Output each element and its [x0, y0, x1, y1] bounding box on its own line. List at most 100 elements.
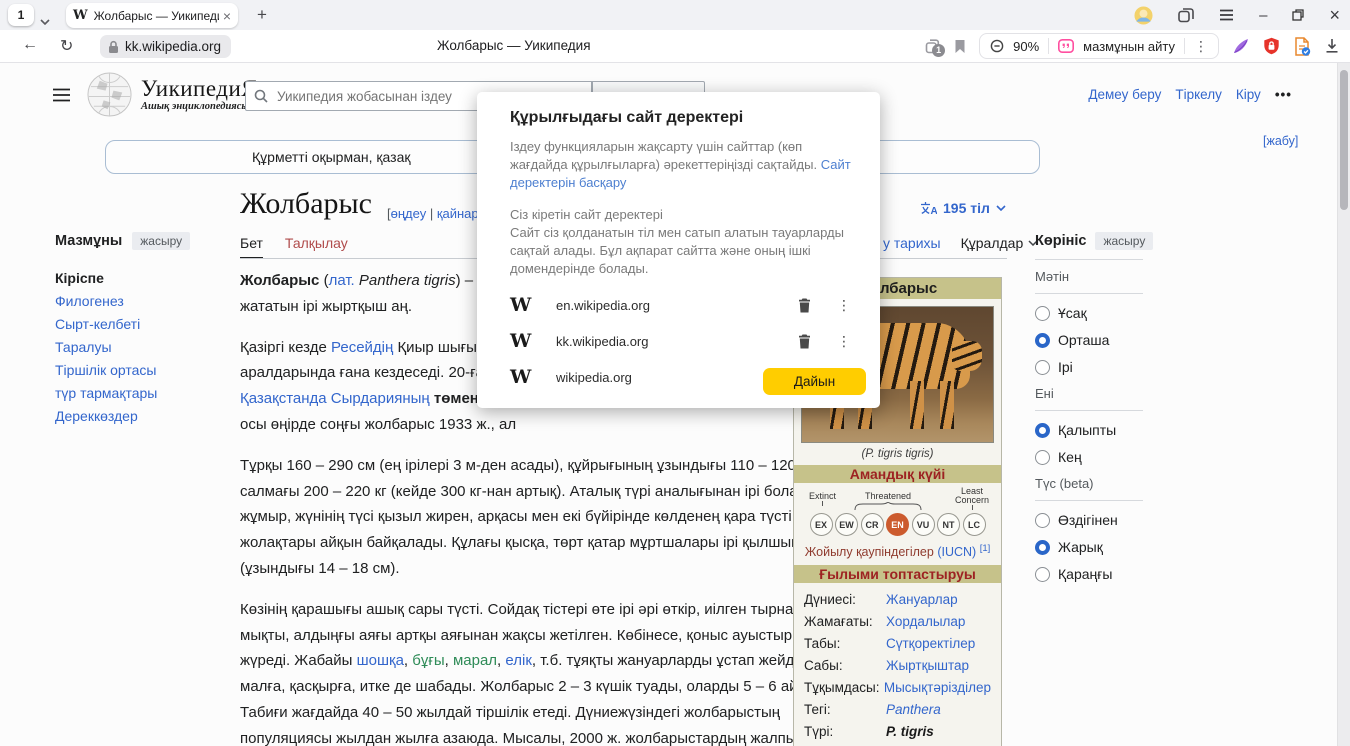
wiki-logo[interactable]: УикипедиЯ Ашық энциклопедиясы — [86, 71, 257, 118]
tab-tools[interactable]: Құралдар — [961, 235, 1039, 251]
minimize-button[interactable]: – — [1259, 7, 1267, 24]
pen-extension-icon[interactable] — [1232, 37, 1250, 55]
status-ref[interactable]: [1] — [980, 543, 991, 554]
taxonomy-row: Тегі:Panthera — [804, 699, 991, 721]
lock-icon — [108, 40, 119, 54]
side-panels-icon[interactable] — [1178, 8, 1194, 23]
tab-talk[interactable]: Талқылау — [285, 235, 348, 259]
tab-counter[interactable]: 1 — [8, 4, 34, 26]
appearance-option[interactable]: Жарық — [1035, 539, 1143, 555]
toc-item[interactable]: Сырт-келбеті — [55, 313, 227, 336]
appearance-option[interactable]: Қараңғы — [1035, 566, 1143, 582]
radio-button[interactable] — [1035, 513, 1050, 528]
appearance-section-label: Түс (beta) — [1035, 476, 1143, 491]
appearance-option[interactable]: Ұсақ — [1035, 305, 1143, 321]
article-link[interactable]: елік — [505, 652, 532, 669]
taxonomy-value[interactable]: Panthera — [886, 699, 941, 721]
article-link[interactable]: шошқа — [357, 652, 404, 669]
done-button[interactable]: Дайын — [763, 368, 866, 395]
section-divider — [1035, 410, 1143, 411]
browser-menu-icon[interactable] — [1219, 9, 1234, 21]
taxonomy-value[interactable]: Жануарлар — [886, 589, 958, 611]
radio-label: Жарық — [1058, 539, 1103, 555]
tab-list-chevron-icon[interactable] — [40, 12, 50, 30]
radio-button[interactable] — [1035, 360, 1050, 375]
address-bar[interactable]: kk.wikipedia.org — [100, 35, 231, 58]
appearance-option[interactable]: Кең — [1035, 449, 1143, 465]
wiki-header-link[interactable]: Демеу беру — [1088, 87, 1161, 102]
site-row: Wkk.wikipedia.org⋮ — [510, 323, 851, 359]
article-link[interactable]: Қазақстанда Сырдарияның — [240, 390, 430, 407]
toc-item[interactable]: түр тармақтары — [55, 382, 227, 405]
delete-site-icon[interactable] — [798, 298, 811, 313]
profile-avatar[interactable] — [1134, 6, 1153, 25]
appearance-option[interactable]: Орташа — [1035, 332, 1143, 348]
downloads-icon[interactable] — [1324, 38, 1340, 54]
appearance-option[interactable]: Қалыпты — [1035, 422, 1143, 438]
iucn-link[interactable]: (IUCN) — [937, 545, 976, 559]
zoom-out-icon[interactable] — [990, 39, 1004, 53]
article-link[interactable]: бұғы — [412, 652, 444, 669]
delete-site-icon[interactable] — [798, 334, 811, 349]
taxonomy-value[interactable]: Жыртқыштар — [886, 655, 969, 677]
page-scrollbar[interactable] — [1337, 63, 1350, 746]
appearance-option[interactable]: Ірі — [1035, 359, 1143, 375]
toc-item[interactable]: Таралуы — [55, 336, 227, 359]
edit-link[interactable]: өңдеу — [391, 206, 427, 221]
reload-icon[interactable]: ↻ — [60, 36, 73, 56]
site-kebab-icon[interactable]: ⋮ — [837, 333, 851, 350]
scrollbar-thumb[interactable] — [1340, 70, 1348, 210]
separator: | — [426, 206, 437, 221]
read-aloud-label[interactable]: мазмұнын айту — [1083, 39, 1175, 54]
tab-close-icon[interactable]: × — [223, 8, 231, 24]
radio-button[interactable] — [1035, 567, 1050, 582]
restore-button[interactable] — [1292, 9, 1304, 21]
collections-icon[interactable]: 1 — [925, 39, 941, 54]
status-link[interactable]: Жойылу қаупіндегілер — [805, 545, 934, 559]
radio-button[interactable] — [1035, 450, 1050, 465]
taxonomy-value[interactable]: Мысықтәрізділер — [884, 677, 991, 699]
toc-item[interactable]: Тіршілік ортасы — [55, 359, 227, 382]
toc-hide-button[interactable]: жасыру — [132, 232, 190, 250]
new-tab-button[interactable]: + — [250, 3, 274, 27]
browser-tab[interactable]: W Жолбарыс — Уикипеди × — [66, 3, 238, 28]
status-code-lc: LC — [963, 513, 986, 536]
tab-page[interactable]: Бет — [240, 235, 263, 259]
article-link[interactable]: Ресейдің — [331, 339, 393, 356]
wikipedia-favicon: W — [510, 366, 556, 388]
appearance-hide-button[interactable]: жасыру — [1095, 232, 1153, 250]
radio-button[interactable] — [1035, 423, 1050, 438]
adblock-shield-icon[interactable] — [1263, 37, 1280, 55]
taxonomy-label: Тұқымдасы: — [804, 677, 884, 699]
close-window-button[interactable]: × — [1329, 5, 1340, 26]
bookmark-icon[interactable] — [954, 39, 966, 54]
appearance-option[interactable]: Өздігінен — [1035, 512, 1143, 528]
site-domain: wikipedia.org — [556, 370, 798, 385]
article-link[interactable]: лат. — [329, 272, 355, 289]
conservation-status: Extinct Threatened LeastConcern EXEWCREN… — [794, 483, 1001, 538]
tab-history[interactable]: у тарихы — [883, 235, 941, 251]
back-icon[interactable]: ← — [22, 36, 38, 54]
taxonomy-row: Тұқымдасы:Мысықтәрізділер — [804, 677, 991, 699]
site-kebab-icon[interactable]: ⋮ — [837, 297, 851, 314]
user-links-more[interactable]: ••• — [1275, 87, 1292, 102]
toc-item[interactable]: Кіріспе — [55, 267, 227, 290]
radio-button[interactable] — [1035, 540, 1050, 555]
taxonomy-label: Табы: — [804, 633, 886, 655]
read-aloud-icon[interactable] — [1058, 39, 1074, 53]
wiki-menu-icon[interactable] — [52, 88, 71, 102]
taxonomy-rows: Дүниесі:ЖануарларЖамағаты:ХордалыларТабы… — [794, 583, 1001, 746]
radio-button[interactable] — [1035, 333, 1050, 348]
taxonomy-value[interactable]: Сүтқоректілер — [886, 633, 975, 655]
page-translate-extension-icon[interactable] — [1293, 37, 1311, 56]
language-selector[interactable]: A 195 тіл — [920, 200, 1006, 216]
taxonomy-value[interactable]: Хордалылар — [886, 611, 965, 633]
wiki-header-link[interactable]: Тіркелу — [1175, 87, 1222, 102]
toc-item[interactable]: Филогенез — [55, 290, 227, 313]
wiki-header-link[interactable]: Кіру — [1236, 87, 1261, 102]
banner-close-link[interactable]: [жабу] — [1263, 134, 1298, 148]
toc-item[interactable]: Дереккөздер — [55, 405, 227, 428]
radio-button[interactable] — [1035, 306, 1050, 321]
pill-kebab-icon[interactable]: ⋮ — [1194, 38, 1208, 55]
article-link[interactable]: марал — [453, 652, 497, 669]
